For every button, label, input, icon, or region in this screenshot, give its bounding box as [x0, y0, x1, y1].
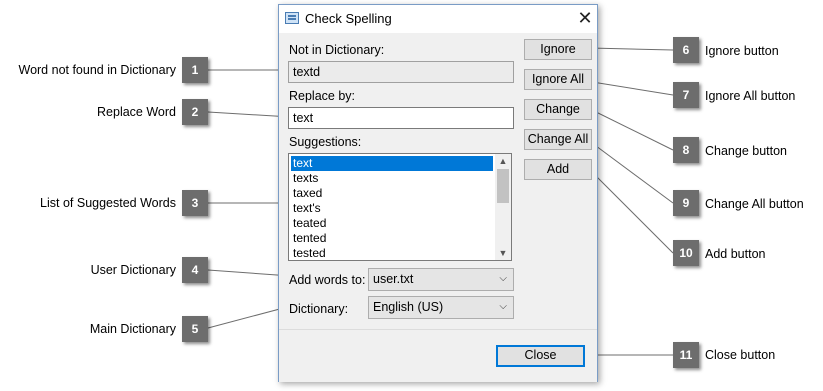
callout-label-change-all-button: Change All button: [705, 197, 804, 211]
callout-label-ignore-all-button: Ignore All button: [705, 89, 796, 103]
callout-badge-10: 10: [673, 240, 699, 266]
callout-label-add-button: Add button: [705, 247, 766, 261]
callout-label-suggested-words: List of Suggested Words: [40, 196, 176, 210]
callout-label-main-dictionary: Main Dictionary: [89, 322, 176, 336]
callout-label-close-button: Close button: [705, 348, 776, 362]
callout-badge-5: 5: [182, 316, 208, 342]
add-button[interactable]: Add: [524, 159, 592, 180]
replace-by-input[interactable]: text: [288, 107, 514, 129]
chevron-down-icon: ⌵: [499, 273, 507, 284]
callout-label-change-button: Change button: [705, 144, 788, 158]
chevron-down-icon: ⌵: [499, 301, 507, 312]
callout-badge-7: 7: [673, 82, 699, 108]
list-item[interactable]: tested: [291, 246, 493, 260]
change-all-button[interactable]: Change All: [524, 129, 592, 150]
suggestions-label: Suggestions:: [289, 135, 362, 149]
callout-badge-11: 11: [673, 342, 699, 368]
replace-by-label: Replace by:: [289, 89, 356, 103]
add-words-to-select[interactable]: user.txt ⌵: [368, 268, 514, 291]
list-item[interactable]: text: [291, 156, 493, 171]
list-item[interactable]: texts: [291, 171, 493, 186]
list-item[interactable]: text's: [291, 201, 493, 216]
callout-badge-9: 9: [673, 190, 699, 216]
ignore-button[interactable]: Ignore: [524, 39, 592, 60]
list-item[interactable]: tented: [291, 231, 493, 246]
callout-badge-1: 1: [182, 57, 208, 83]
callout-label-word-not-found: Word not found in Dictionary: [18, 63, 177, 77]
callout-badge-2: 2: [182, 99, 208, 125]
close-icon[interactable]: ✕: [575, 7, 595, 29]
ignore-all-button[interactable]: Ignore All: [524, 69, 592, 90]
list-item[interactable]: taxed: [291, 186, 493, 201]
change-button[interactable]: Change: [524, 99, 592, 120]
check-spelling-dialog: Check Spelling ✕ Not in Dictionary: text…: [278, 4, 598, 382]
callout-badge-4: 4: [182, 257, 208, 283]
list-item[interactable]: teated: [291, 216, 493, 231]
callout-badge-8: 8: [673, 137, 699, 163]
dictionary-label: Dictionary:: [289, 302, 349, 316]
app-window-icon: [285, 12, 299, 24]
callout-label-ignore-button: Ignore button: [705, 44, 779, 58]
dictionary-value: English (US): [373, 300, 444, 314]
title-bar: Check Spelling ✕: [279, 5, 597, 33]
close-button[interactable]: Close: [496, 345, 585, 367]
add-words-to-value: user.txt: [373, 272, 414, 286]
callout-label-user-dictionary: User Dictionary: [90, 263, 176, 277]
add-words-to-label: Add words to:: [289, 273, 366, 287]
scroll-down-icon[interactable]: ▼: [495, 246, 511, 260]
callout-badge-3: 3: [182, 190, 208, 216]
callout-badge-6: 6: [673, 37, 699, 63]
dictionary-select[interactable]: English (US) ⌵: [368, 296, 514, 319]
not-in-dictionary-label: Not in Dictionary:: [289, 43, 385, 57]
not-in-dictionary-field: textd: [288, 61, 514, 83]
scroll-up-icon[interactable]: ▲: [495, 154, 511, 168]
suggestions-scrollbar[interactable]: ▲ ▼: [495, 154, 511, 260]
suggestions-listbox[interactable]: text texts taxed text's teated tented te…: [288, 153, 512, 261]
dialog-title: Check Spelling: [305, 11, 392, 26]
callout-label-replace-word: Replace Word: [97, 105, 176, 119]
scrollbar-thumb[interactable]: [497, 169, 509, 203]
